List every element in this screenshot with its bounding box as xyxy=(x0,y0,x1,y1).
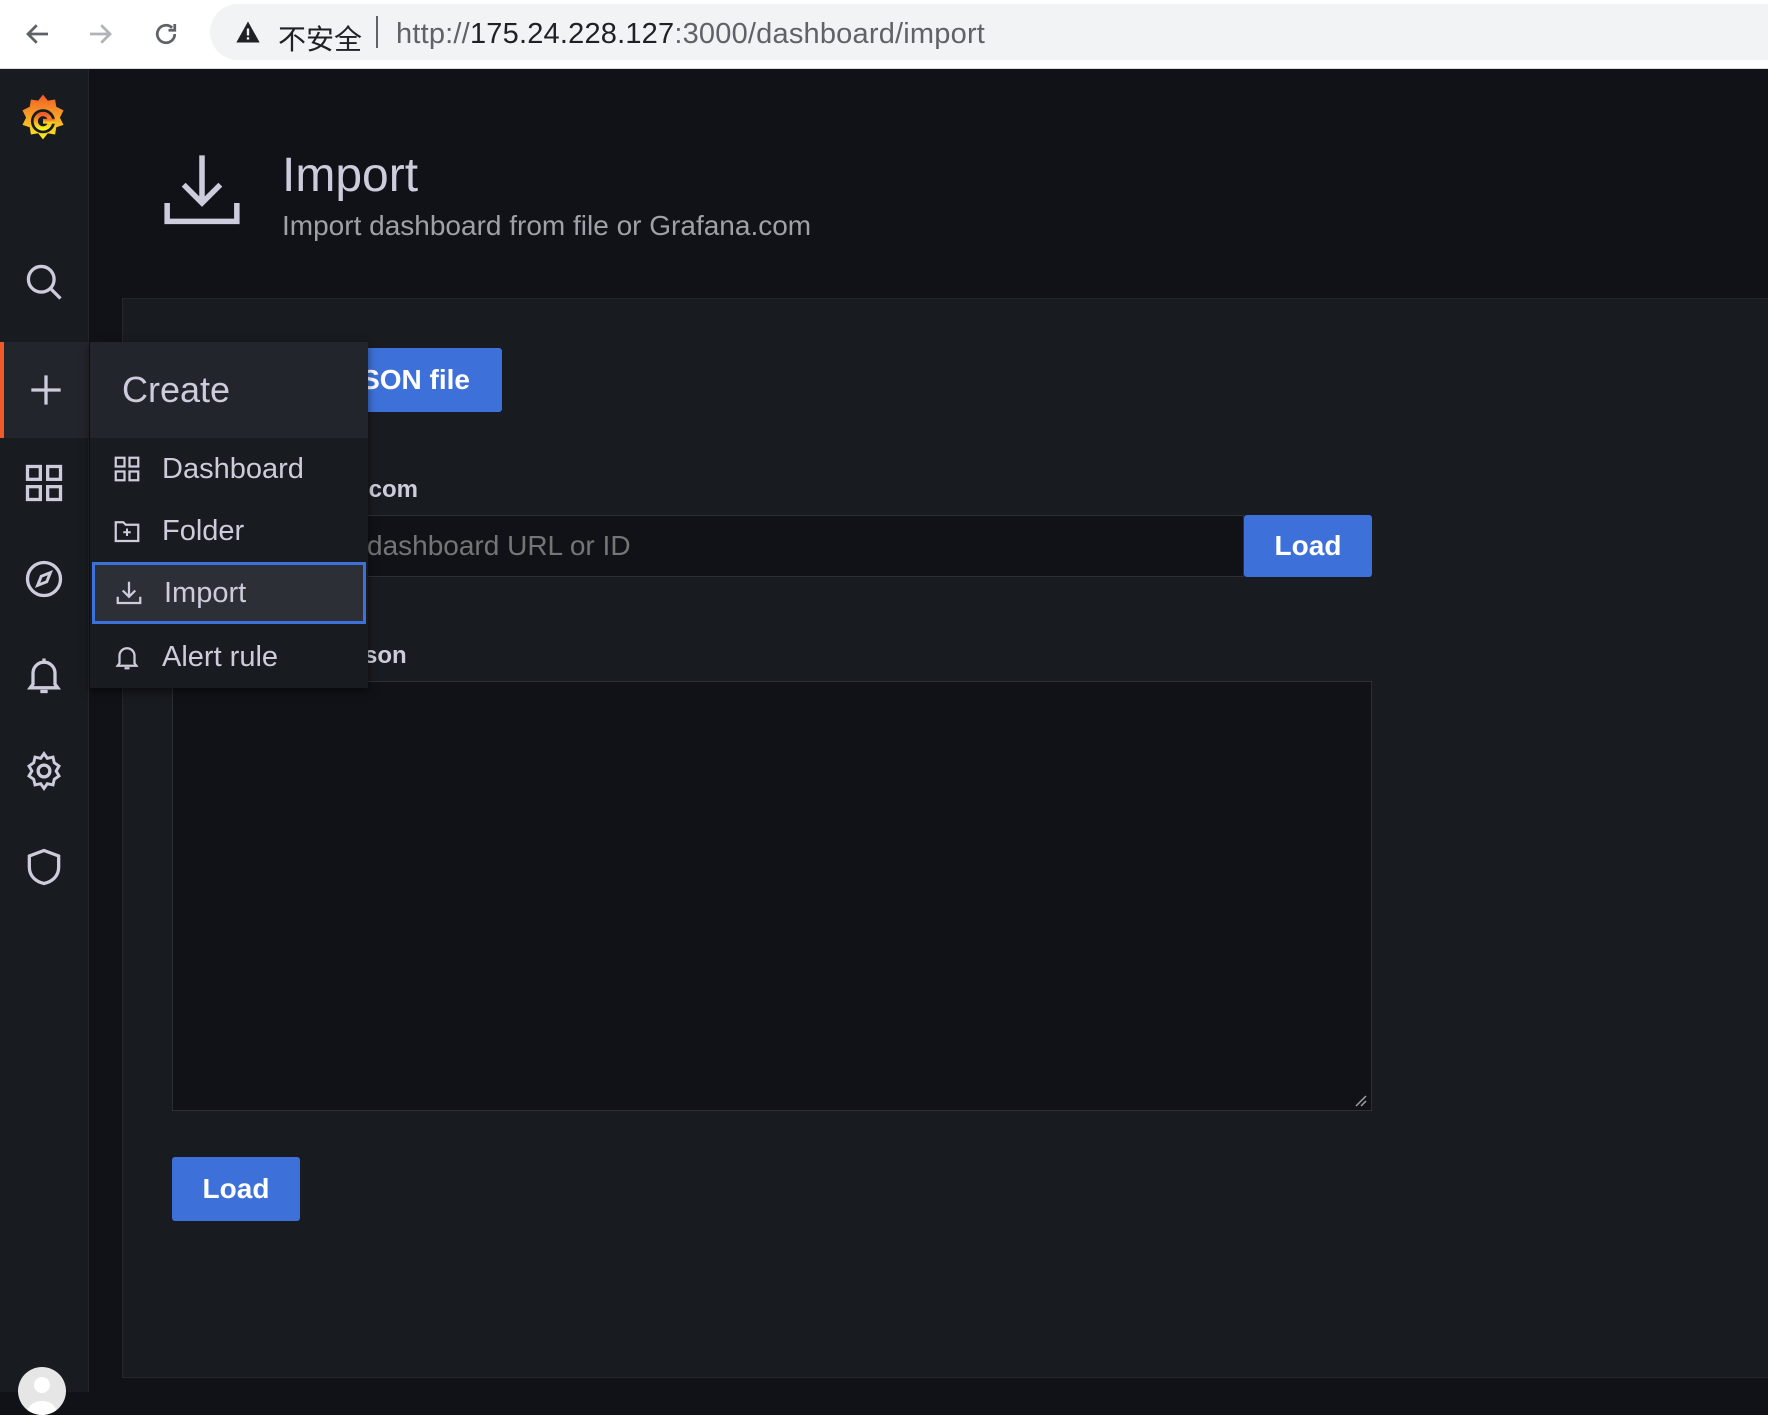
resize-grip-icon[interactable] xyxy=(1354,1094,1368,1108)
create-menu-list: Dashboard Folder Import Alert rule xyxy=(90,438,368,688)
grafana-logo-icon[interactable] xyxy=(14,91,72,149)
sidebar-item-create[interactable] xyxy=(0,342,88,438)
compass-icon xyxy=(25,560,63,598)
avatar[interactable] xyxy=(18,1367,66,1415)
load-button[interactable]: Load xyxy=(172,1157,300,1221)
user-icon xyxy=(26,1377,58,1415)
import-header-icon xyxy=(164,155,240,225)
sidebar-item-alerting[interactable] xyxy=(0,627,88,723)
gear-icon xyxy=(27,751,61,791)
bell-icon xyxy=(26,658,62,694)
sidebar-item-dashboards[interactable] xyxy=(0,435,88,531)
warning-icon xyxy=(236,21,260,43)
json-model-label: son xyxy=(364,642,407,669)
url-scheme: http:// xyxy=(396,18,470,50)
sidebar-item-server-admin[interactable] xyxy=(0,819,88,915)
sidebar-item-explore[interactable] xyxy=(0,531,88,627)
page-title: Import xyxy=(282,149,419,202)
side-menu xyxy=(0,69,89,1415)
reload-button[interactable] xyxy=(146,14,186,54)
create-menu-title[interactable]: Create xyxy=(90,342,368,438)
page-subtitle: Import dashboard from file or Grafana.co… xyxy=(282,210,812,241)
sidebar-item-configuration[interactable] xyxy=(0,723,88,819)
search-icon xyxy=(26,264,62,300)
shield-icon xyxy=(27,848,61,886)
sidebar-item-search[interactable] xyxy=(0,234,88,330)
folder-plus-icon xyxy=(114,521,140,543)
arrow-right-icon xyxy=(90,24,112,44)
address-bar[interactable]: 不安全 http://175.24.228.127:3000/dashboard… xyxy=(210,4,1768,60)
url-text: http://175.24.228.127:3000/dashboard/imp… xyxy=(396,18,985,51)
arrow-left-icon xyxy=(26,24,48,44)
apps-icon xyxy=(25,464,63,502)
omnibox-divider xyxy=(376,16,378,48)
grafana-com-load-button[interactable]: Load xyxy=(1244,515,1372,577)
create-menu-item-import[interactable]: Import xyxy=(92,562,366,624)
back-button[interactable] xyxy=(18,14,58,54)
json-model-textarea[interactable] xyxy=(172,681,1372,1111)
create-menu: Create Dashboard Folder Import Alert rul… xyxy=(90,342,368,688)
apps-icon xyxy=(114,456,140,482)
upload-json-label: SON file xyxy=(361,364,470,395)
create-menu-item-alert-rule[interactable]: Alert rule xyxy=(90,626,368,688)
bell-icon xyxy=(115,647,139,670)
plus-icon xyxy=(31,375,61,405)
grafana-com-load-label: Load xyxy=(1274,530,1342,561)
create-menu-item-label: Folder xyxy=(162,514,245,547)
create-menu-item-dashboard[interactable]: Dashboard xyxy=(90,438,368,500)
create-menu-item-label: Dashboard xyxy=(162,452,304,485)
create-menu-item-label: Alert rule xyxy=(162,640,279,673)
grafana-app: Import Import dashboard from file or Gra… xyxy=(0,69,1768,1415)
load-button-label: Load xyxy=(202,1173,270,1204)
create-menu-item-folder[interactable]: Folder xyxy=(90,500,368,562)
reload-icon xyxy=(155,23,177,45)
insecure-label: 不安全 xyxy=(278,23,363,56)
grafana-com-label: .com xyxy=(362,476,419,503)
import-icon xyxy=(116,581,142,605)
forward-button[interactable] xyxy=(80,14,120,54)
browser-toolbar: 不安全 http://175.24.228.127:3000/dashboard… xyxy=(0,0,1768,69)
url-path: :3000/dashboard/import xyxy=(674,18,986,50)
create-menu-item-label: Import xyxy=(164,576,247,609)
url-host: 175.24.228.127 xyxy=(469,18,675,50)
